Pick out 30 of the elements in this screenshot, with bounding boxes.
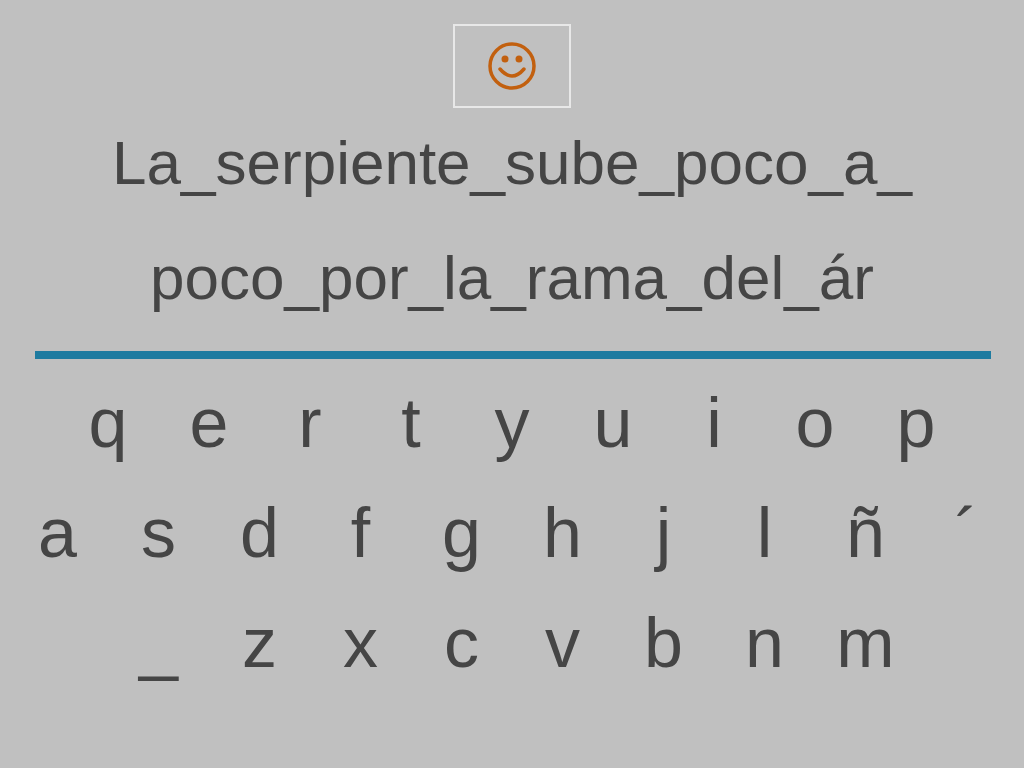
sentence-text: La_serpiente_sube_poco_a_ xyxy=(112,128,912,198)
letter-key[interactable]: o xyxy=(764,383,866,463)
letter-key[interactable]: p xyxy=(865,383,967,463)
letter-key[interactable]: ´ xyxy=(916,493,1017,573)
letter-key[interactable]: l xyxy=(714,493,815,573)
sentence-text: poco_por_la_rama_del_ár xyxy=(150,243,874,313)
letter-key[interactable]: a xyxy=(7,493,108,573)
letter-key[interactable]: i xyxy=(663,383,765,463)
letter-key[interactable]: c xyxy=(411,603,512,683)
letter-key[interactable]: m xyxy=(815,603,916,683)
letter-key[interactable]: e xyxy=(158,383,260,463)
letter-key[interactable]: r xyxy=(259,383,361,463)
letter-key[interactable]: b xyxy=(613,603,714,683)
letter-key[interactable]: h xyxy=(512,493,613,573)
letter-key[interactable]: j xyxy=(613,493,714,573)
letter-key[interactable]: x xyxy=(310,603,411,683)
letter-key[interactable]: s xyxy=(108,493,209,573)
letter-key[interactable]: g xyxy=(411,493,512,573)
smiley-icon xyxy=(487,41,537,91)
letter-key[interactable]: n xyxy=(714,603,815,683)
letter-key[interactable]: t xyxy=(360,383,462,463)
letter-key[interactable]: y xyxy=(461,383,563,463)
letter-key[interactable]: v xyxy=(512,603,613,683)
letter-key[interactable]: f xyxy=(310,493,411,573)
letter-key[interactable]: ñ xyxy=(815,493,916,573)
letter-key[interactable]: z xyxy=(209,603,310,683)
letter-key[interactable]: u xyxy=(562,383,664,463)
letter-key[interactable]: _ xyxy=(108,603,209,683)
letter-key[interactable]: q xyxy=(57,383,159,463)
letter-key[interactable]: d xyxy=(209,493,310,573)
